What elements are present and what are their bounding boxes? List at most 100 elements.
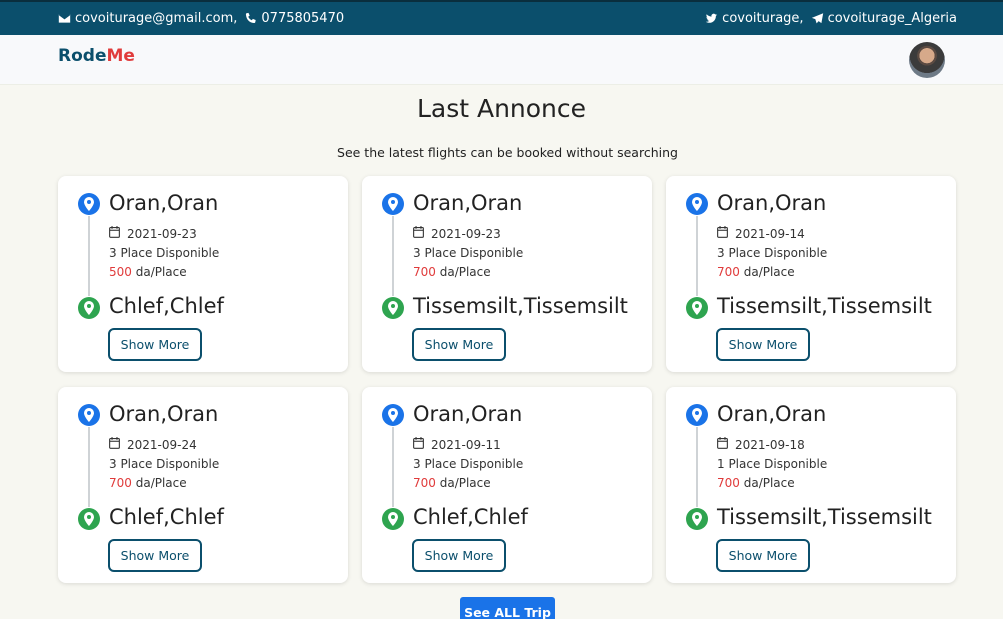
phone-icon xyxy=(244,12,257,25)
trip-price-amount: 700 xyxy=(413,265,436,279)
show-more-button[interactable]: Show More xyxy=(412,328,506,361)
show-more-button[interactable]: Show More xyxy=(108,539,202,572)
trip-places: 1 Place Disponible xyxy=(717,457,828,471)
brand-part-2: Me xyxy=(106,46,135,66)
calendar-icon xyxy=(717,437,728,452)
trip-places: 3 Place Disponible xyxy=(109,457,220,471)
section-subtitle: See the latest flights can be booked wit… xyxy=(337,145,678,160)
trip-price: 500 da/Place xyxy=(109,265,187,279)
trip-price: 700 da/Place xyxy=(413,265,491,279)
trip-card: Oran,Oran 2021-09-18 1 Place Disponible 700… xyxy=(666,387,956,583)
trip-to-city: Tissemsilt,Tissemsilt xyxy=(717,505,932,529)
trip-card: Oran,Oran 2021-09-11 3 Place Disponible 700… xyxy=(362,387,652,583)
trip-from-city: Oran,Oran xyxy=(413,402,523,426)
trip-date-value: 2021-09-18 xyxy=(735,437,805,452)
trip-date-value: 2021-09-23 xyxy=(127,226,197,241)
map-pin-icon xyxy=(382,297,404,319)
map-pin-icon xyxy=(382,508,404,530)
see-all-trips-button[interactable]: See ALL Trip xyxy=(460,597,555,619)
trip-card: Oran,Oran 2021-09-23 3 Place Disponible 700… xyxy=(362,176,652,372)
trip-to-city: Chlef,Chlef xyxy=(109,294,224,318)
telegram-icon xyxy=(811,12,824,25)
show-more-button[interactable]: Show More xyxy=(108,328,202,361)
trip-date-value: 2021-09-14 xyxy=(735,226,805,241)
route-line xyxy=(696,216,698,296)
contact-phone[interactable]: 0775805470 xyxy=(261,11,344,26)
trip-places: 3 Place Disponible xyxy=(413,457,524,471)
twitter-icon xyxy=(705,12,718,25)
navbar: RodeMe xyxy=(0,35,1003,85)
route-line xyxy=(392,216,394,296)
trip-date: 2021-09-18 xyxy=(717,437,805,452)
show-more-button[interactable]: Show More xyxy=(716,328,810,361)
telegram-link[interactable]: covoiturage_Algeria xyxy=(828,11,957,26)
trip-date-value: 2021-09-24 xyxy=(127,437,197,452)
calendar-icon xyxy=(413,437,424,452)
trip-price: 700 da/Place xyxy=(717,476,795,490)
brand-logo[interactable]: RodeMe xyxy=(58,46,135,66)
trip-date-value: 2021-09-23 xyxy=(431,226,501,241)
trip-to-city: Tissemsilt,Tissemsilt xyxy=(413,294,628,318)
trip-to-city: Tissemsilt,Tissemsilt xyxy=(717,294,932,318)
social-links: covoiturage, covoiturage_Algeria xyxy=(705,11,957,26)
trip-date: 2021-09-14 xyxy=(717,226,805,241)
calendar-icon xyxy=(413,226,424,241)
trip-price-unit: da/Place xyxy=(435,476,491,490)
map-pin-icon xyxy=(686,193,708,215)
trip-from-city: Oran,Oran xyxy=(413,191,523,215)
show-more-button[interactable]: Show More xyxy=(716,539,810,572)
show-more-button[interactable]: Show More xyxy=(412,539,506,572)
trip-price-unit: da/Place xyxy=(739,476,795,490)
brand-part-1: Rode xyxy=(58,46,107,66)
trip-date-value: 2021-09-11 xyxy=(431,437,501,452)
trip-places: 3 Place Disponible xyxy=(717,246,828,260)
trip-price-amount: 700 xyxy=(717,476,740,490)
map-pin-icon xyxy=(686,297,708,319)
trip-date: 2021-09-23 xyxy=(413,226,501,241)
twitter-link[interactable]: covoiturage, xyxy=(722,11,803,26)
trip-price-unit: da/Place xyxy=(739,265,795,279)
route-line xyxy=(696,427,698,507)
user-avatar[interactable] xyxy=(909,42,945,78)
trip-price-amount: 700 xyxy=(109,476,132,490)
trip-date: 2021-09-24 xyxy=(109,437,197,452)
trip-from-city: Oran,Oran xyxy=(717,402,827,426)
trip-to-city: Chlef,Chlef xyxy=(109,505,224,529)
trip-from-city: Oran,Oran xyxy=(109,191,219,215)
trip-card: Oran,Oran 2021-09-14 3 Place Disponible 700… xyxy=(666,176,956,372)
envelope-icon xyxy=(58,12,71,25)
map-pin-icon xyxy=(78,508,100,530)
calendar-icon xyxy=(717,226,728,241)
trip-price-amount: 500 xyxy=(109,265,132,279)
trip-price-unit: da/Place xyxy=(131,476,187,490)
trip-price-unit: da/Place xyxy=(435,265,491,279)
trip-price: 700 da/Place xyxy=(717,265,795,279)
route-line xyxy=(88,427,90,507)
map-pin-icon xyxy=(382,193,404,215)
trip-price: 700 da/Place xyxy=(109,476,187,490)
map-pin-icon xyxy=(78,193,100,215)
trip-places: 3 Place Disponible xyxy=(413,246,524,260)
trip-card: Oran,Oran 2021-09-23 3 Place Disponible 500… xyxy=(58,176,348,372)
route-line xyxy=(392,427,394,507)
section-title: Last Annonce xyxy=(416,94,587,123)
trip-price: 700 da/Place xyxy=(413,476,491,490)
trip-to-city: Chlef,Chlef xyxy=(413,505,528,529)
calendar-icon xyxy=(109,226,120,241)
trip-date: 2021-09-11 xyxy=(413,437,501,452)
trip-places: 3 Place Disponible xyxy=(109,246,220,260)
map-pin-icon xyxy=(78,297,100,319)
contact-email[interactable]: covoiturage@gmail.com, xyxy=(75,11,237,26)
route-line xyxy=(88,216,90,296)
top-contact-bar: covoiturage@gmail.com, 0775805470 covoit… xyxy=(0,0,1003,35)
trip-price-amount: 700 xyxy=(717,265,740,279)
contact-info: covoiturage@gmail.com, 0775805470 xyxy=(58,11,344,26)
trip-card: Oran,Oran 2021-09-24 3 Place Disponible 700… xyxy=(58,387,348,583)
map-pin-icon xyxy=(382,404,404,426)
map-pin-icon xyxy=(686,508,708,530)
map-pin-icon xyxy=(78,404,100,426)
trip-price-amount: 700 xyxy=(413,476,436,490)
map-pin-icon xyxy=(686,404,708,426)
trip-date: 2021-09-23 xyxy=(109,226,197,241)
calendar-icon xyxy=(109,437,120,452)
